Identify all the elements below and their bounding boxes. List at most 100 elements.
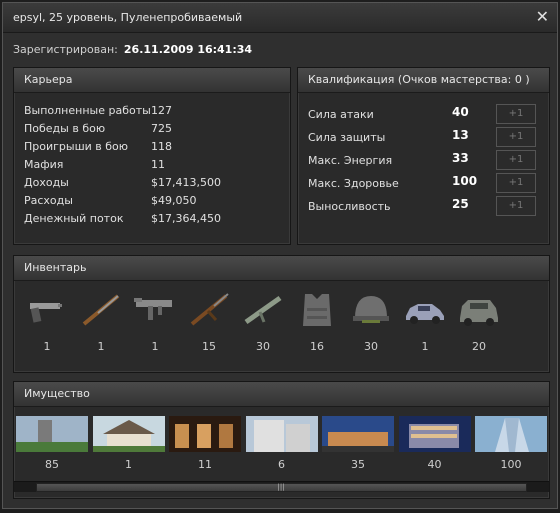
item-count: 30 (256, 340, 270, 353)
title-bar[interactable]: epsyl, 25 уровень, Пуленепробиваемый ✕ (3, 3, 557, 33)
item-count: 15 (202, 340, 216, 353)
helmet-icon (353, 296, 389, 323)
modern-building-icon (322, 416, 394, 452)
property-heading: Имущество (14, 382, 549, 407)
qualification-list: Сила атаки 40 +1 Сила защиты 13 +1 Макс.… (308, 104, 539, 219)
skyscraper-icon (475, 416, 547, 452)
skill-label: Выносливость (308, 200, 391, 213)
property-item[interactable]: 35 (322, 416, 394, 471)
item-count: 20 (472, 340, 486, 353)
inventory-item[interactable]: 15 (182, 290, 236, 353)
stat-label: Победы в бою (24, 122, 106, 135)
inventory-item[interactable]: 1 (128, 290, 182, 353)
stat-label: Мафия (24, 158, 64, 171)
house-icon (92, 416, 165, 452)
property-count: 1 (125, 458, 132, 471)
stat-value: $17,364,450 (151, 212, 221, 225)
skill-label: Сила защиты (308, 131, 386, 144)
skill-label: Макс. Здоровье (308, 177, 399, 190)
career-heading: Карьера (14, 68, 290, 93)
property-item[interactable]: 11 (169, 416, 241, 471)
stat-label: Выполненные работы (24, 104, 151, 117)
registration-line: Зарегистрирован: 26.11.2009 16:41:34 (13, 43, 252, 56)
stat-value: 127 (151, 104, 172, 117)
stat-row: Мафия 11 (24, 158, 221, 176)
inventory-item[interactable]: 16 (290, 290, 344, 353)
item-count: 1 (421, 340, 429, 353)
stat-row: Проигрыши в бою 118 (24, 140, 221, 158)
increase-energy-button[interactable]: +1 (496, 150, 536, 170)
inventory-item[interactable]: 1 (398, 290, 452, 353)
inventory-panel: Инвентарь 1 1 1 15 30 16 30 1 20 (13, 255, 550, 373)
skill-row-defense: Сила защиты 13 +1 (308, 127, 539, 150)
stat-row: Денежный поток $17,364,450 (24, 212, 221, 230)
increase-health-button[interactable]: +1 (496, 173, 536, 193)
skill-label: Сила атаки (308, 108, 374, 121)
increase-defense-button[interactable]: +1 (496, 127, 536, 147)
carbine-icon (244, 295, 282, 325)
item-count: 1 (151, 340, 159, 353)
registration-label: Зарегистрирован: (13, 43, 118, 56)
property-count: 11 (198, 458, 212, 471)
increase-stamina-button[interactable]: +1 (496, 196, 536, 216)
stat-label: Доходы (24, 176, 69, 189)
inventory-item[interactable]: 30 (344, 290, 398, 353)
career-panel: Карьера Выполненные работы 127 Победы в б… (13, 67, 291, 245)
property-item[interactable]: 1 (92, 416, 165, 471)
submachine-gun-icon (134, 298, 172, 320)
property-count: 6 (278, 458, 285, 471)
inventory-item[interactable]: 1 (20, 290, 74, 353)
property-item[interactable]: 85 (16, 416, 88, 471)
pistol-icon (30, 303, 62, 323)
property-items: 85 1 11 6 35 40 100 (16, 416, 547, 471)
property-item[interactable]: 100 (475, 416, 547, 471)
stat-value: 725 (151, 122, 172, 135)
scrollbar-thumb[interactable]: ||| (36, 483, 527, 492)
skill-row-energy: Макс. Энергия 33 +1 (308, 150, 539, 173)
residential-building-icon (245, 416, 318, 452)
qualification-panel: Квалификация (Очков мастерства: 0 ) Сила… (297, 67, 550, 245)
skill-row-attack: Сила атаки 40 +1 (308, 104, 539, 127)
property-item[interactable]: 40 (398, 416, 471, 471)
skill-row-health: Макс. Здоровье 100 +1 (308, 173, 539, 196)
item-count: 1 (43, 340, 51, 353)
stat-label: Расходы (24, 194, 73, 207)
stat-value: $49,050 (151, 194, 197, 207)
inventory-item[interactable]: 30 (236, 290, 290, 353)
inventory-item[interactable]: 1 (74, 290, 128, 353)
skill-value: 33 (452, 151, 469, 165)
stat-value: 11 (151, 158, 165, 171)
stat-row: Победы в бою 725 (24, 122, 221, 140)
restaurant-icon (169, 416, 241, 452)
profile-window: epsyl, 25 уровень, Пуленепробиваемый ✕ З… (2, 2, 558, 509)
skill-value: 100 (452, 174, 478, 188)
skill-row-stamina: Выносливость 25 +1 (308, 196, 539, 219)
inventory-item[interactable]: 20 (452, 290, 506, 353)
skill-value: 25 (452, 197, 469, 211)
skill-value: 13 (452, 128, 469, 142)
skill-label: Макс. Энергия (308, 154, 393, 167)
suv-car-icon (460, 300, 498, 326)
stat-value: $17,413,500 (151, 176, 221, 189)
stat-row: Расходы $49,050 (24, 194, 221, 212)
shotgun-icon (82, 294, 120, 326)
career-stats: Выполненные работы 127 Победы в бою 725 Пр… (24, 104, 221, 230)
item-count: 30 (364, 340, 378, 353)
sedan-car-icon (406, 304, 444, 324)
property-item[interactable]: 6 (245, 416, 318, 471)
property-count: 85 (45, 458, 59, 471)
close-icon[interactable]: ✕ (536, 7, 549, 26)
property-count: 40 (427, 458, 442, 471)
skill-value: 40 (452, 105, 469, 119)
stat-label: Денежный поток (24, 212, 124, 225)
stat-row: Доходы $17,413,500 (24, 176, 221, 194)
assault-rifle-icon (190, 293, 229, 326)
increase-attack-button[interactable]: +1 (496, 104, 536, 124)
item-count: 16 (310, 340, 324, 353)
property-count: 35 (351, 458, 365, 471)
window-title: epsyl, 25 уровень, Пуленепробиваемый (13, 11, 243, 24)
apartment-tower-icon (16, 416, 88, 452)
property-panel: Имущество 85 1 11 6 35 40 100 ||| (13, 381, 550, 499)
property-scrollbar[interactable]: ||| (14, 481, 549, 492)
inventory-items: 1 1 1 15 30 16 30 1 20 (20, 290, 543, 353)
